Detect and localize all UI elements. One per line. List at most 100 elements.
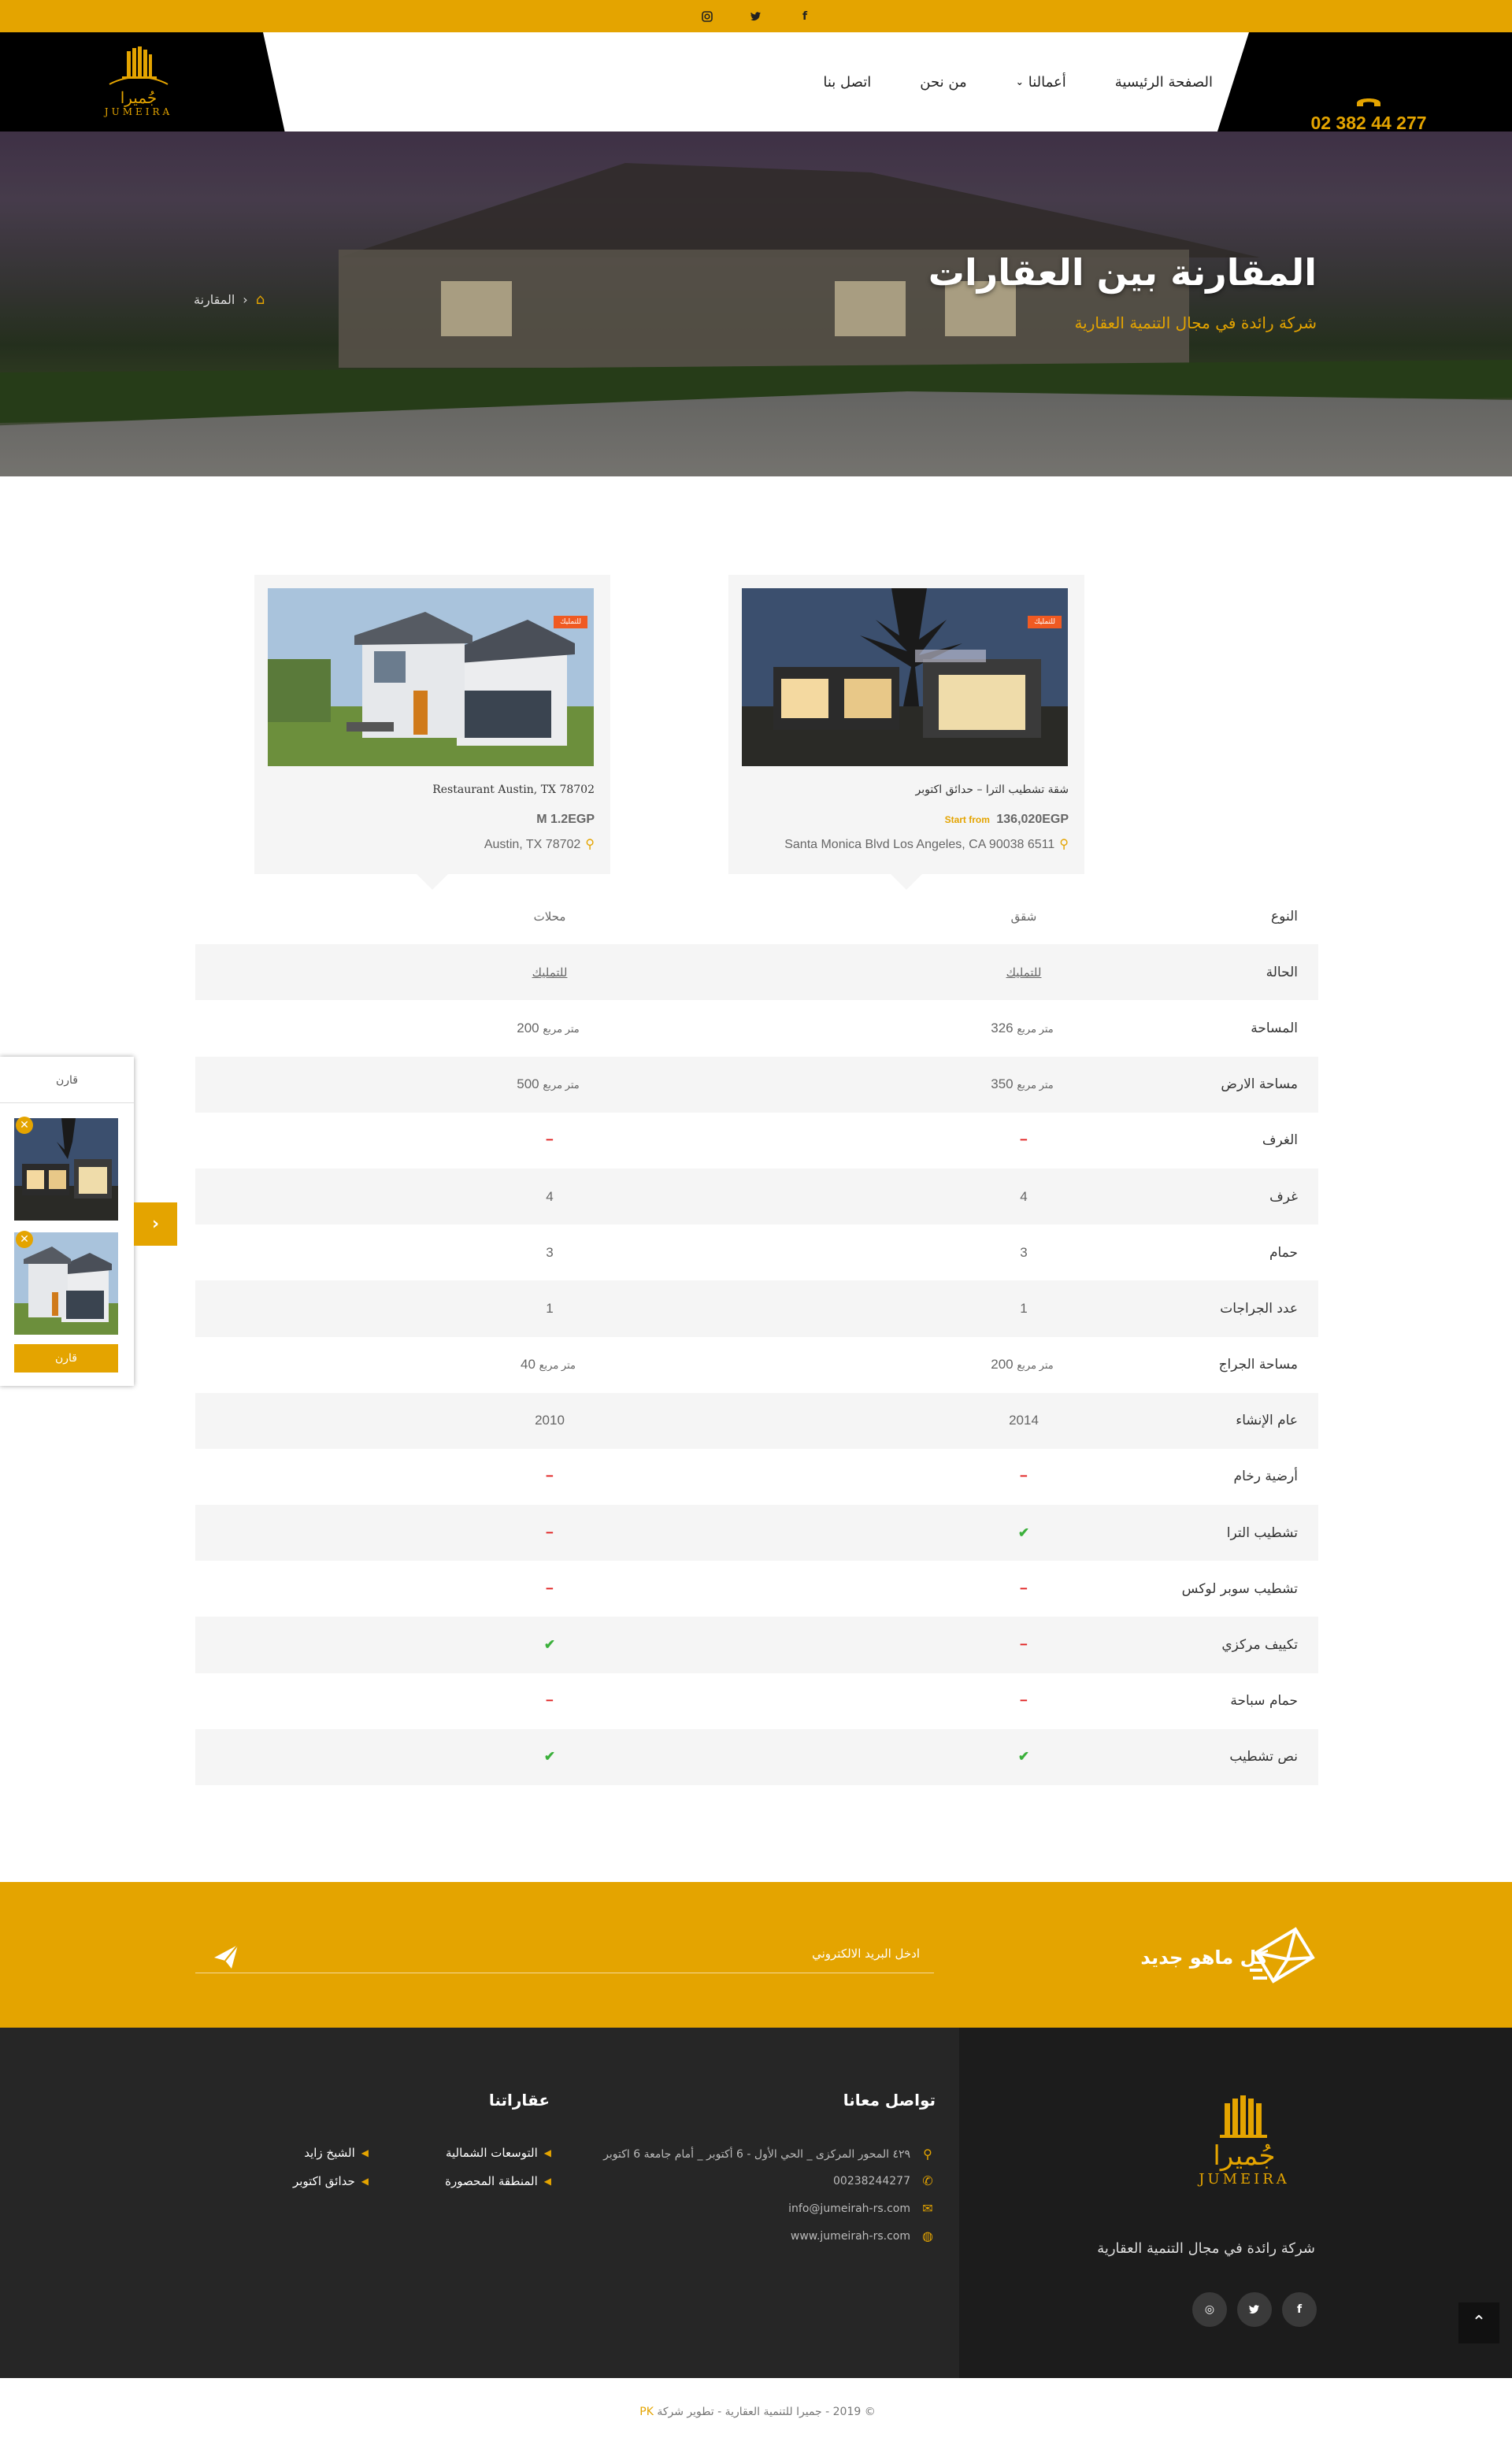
compare-value: للتمليك (532, 965, 568, 980)
properties-title: عقاراتنا (488, 2091, 550, 2110)
compare-value: 2014 (1009, 1413, 1039, 1428)
compare-row: عدد الجراجات 1 1 (195, 1280, 1318, 1337)
breadcrumb-current: المقارنة (194, 292, 235, 307)
nav-about[interactable]: من نحن (920, 74, 966, 91)
property-link[interactable]: ◀ حدائق اكتوبر (293, 2174, 369, 2188)
compare-value: 200 (991, 1357, 1014, 1373)
compare-cell: 1 (432, 1301, 668, 1317)
nav-home[interactable]: الصفحة الرئيسية (1115, 74, 1213, 91)
footer-tagline: شركة رائدة في مجال التنمية العقارية (1097, 2240, 1315, 2257)
nav-contact[interactable]: اتصل بنا (823, 74, 871, 91)
compare-cell: − (432, 1525, 668, 1541)
property-address: Austin, TX 78702 ⚲ (484, 836, 595, 852)
toggle-compare-panel-button[interactable]: › (134, 1202, 177, 1246)
compare-row: المساحة 326 متر مربع 200 متر مربع (195, 1000, 1318, 1056)
social-topbar: f (0, 0, 1512, 32)
compare-value: ✔ (543, 1637, 556, 1653)
facebook-icon[interactable]: f (1282, 2292, 1317, 2327)
compare-cell: − (432, 1581, 668, 1597)
property-link[interactable]: ◀ الشيخ زايد (304, 2146, 369, 2160)
compare-cell: − (906, 1469, 1142, 1484)
facebook-icon[interactable]: f (795, 7, 814, 26)
instagram-icon[interactable]: ◎ (1192, 2292, 1227, 2327)
compare-value: − (546, 1132, 554, 1148)
scroll-to-top-button[interactable]: ⌃ (1458, 2302, 1499, 2343)
compare-row-label: تشطيب الترا (1226, 1524, 1298, 1541)
compare-value: − (546, 1469, 554, 1484)
compare-row-label: مساحة الجراج (1218, 1357, 1298, 1373)
footer-website[interactable]: ◍ www.jumeirah-rs.com (791, 2228, 936, 2243)
page-subtitle: شركة رائدة في مجال التنمية العقارية (1074, 313, 1317, 332)
footer-email[interactable]: ✉ info@jumeirah-rs.com (788, 2201, 936, 2216)
compare-value: − (1020, 1693, 1028, 1709)
site-logo[interactable]: جُميرا JUMEIRA (88, 32, 189, 132)
property-image[interactable]: للتمليك (268, 588, 594, 766)
footer-phone[interactable]: ✆ 00238244277 (833, 2173, 936, 2188)
email-icon: ✉ (922, 2201, 933, 2216)
building-logo-icon (109, 46, 169, 85)
address-text: Santa Monica Blvd Los Angeles, CA 90038 … (784, 838, 1055, 851)
compare-row-label: حمام (1269, 1244, 1298, 1261)
unit-label: متر مربع (1017, 1079, 1054, 1091)
compare-cell: شقق (906, 909, 1142, 924)
compare-thumbnail[interactable] (14, 1232, 118, 1335)
property-title[interactable]: Restaurant Austin, TX 78702 (432, 784, 595, 796)
compare-row-label: الغرف (1262, 1132, 1298, 1149)
compare-row-label: حمام سباحة (1230, 1693, 1298, 1710)
property-title[interactable]: شقة تشطيب الترا – حدائق اكتوبر (915, 784, 1069, 796)
phone-number: 02 382 44 277 (1310, 112, 1427, 133)
compare-row: النوع شقق محلات (195, 888, 1318, 944)
compare-value: 1 (546, 1300, 554, 1316)
compare-row: أرضية رخام − − (195, 1449, 1318, 1505)
property-link-text: المنطقة المحصورة (445, 2174, 538, 2188)
compare-row: غرف 4 4 (195, 1168, 1318, 1225)
divider (0, 1102, 134, 1103)
compare-cell: 1 (906, 1301, 1142, 1317)
home-icon[interactable]: ⌂ (256, 291, 265, 308)
compare-value: 3 (1020, 1244, 1028, 1260)
property-link[interactable]: ◀ المنطقة المحصورة (445, 2174, 551, 2188)
compare-row-label: أرضية رخام (1233, 1469, 1298, 1485)
compare-row: حمام سباحة − − (195, 1673, 1318, 1729)
unit-label: متر مربع (539, 1359, 576, 1372)
map-pin-icon: ⚲ (923, 2147, 932, 2162)
compare-value: ✔ (1017, 1749, 1030, 1765)
compare-button[interactable]: قارن (14, 1344, 118, 1373)
logo-arabic: جُميرا (120, 88, 158, 107)
status-badge: للتمليك (554, 616, 587, 628)
compare-value: 500 (517, 1076, 539, 1092)
property-image[interactable]: للتمليك (742, 588, 1068, 766)
property-card[interactable]: للتمليك Restaurant Austin, TX 78702 M 1.… (254, 575, 610, 890)
newsletter-email-input[interactable]: ادخل البريد الالكتروني (195, 1937, 934, 1973)
compare-value: 326 (991, 1020, 1014, 1035)
nav-projects[interactable]: أعمالنا ⌄ (1016, 74, 1066, 91)
developer-link[interactable]: PK (639, 2406, 654, 2418)
compare-cell: ✔ (432, 1749, 668, 1765)
compare-cell: 4 (432, 1189, 668, 1205)
compare-cell: ✔ (432, 1637, 668, 1653)
breadcrumb-separator: ‹ (243, 292, 248, 307)
compare-value: 1 (1020, 1300, 1028, 1316)
compare-row-label: تكييف مركزي (1221, 1637, 1298, 1654)
compare-cell: 326 متر مربع (906, 1021, 1142, 1036)
compare-row: الغرف − − (195, 1113, 1318, 1169)
unit-label: متر مربع (543, 1079, 580, 1091)
compare-cell: 3 (906, 1245, 1142, 1261)
property-link[interactable]: ◀ التوسعات الشمالية (446, 2146, 551, 2160)
compare-cell: 500 متر مربع (432, 1076, 668, 1092)
remove-icon[interactable]: ✕ (16, 1117, 33, 1134)
instagram-icon[interactable] (698, 7, 717, 26)
twitter-icon[interactable] (747, 7, 765, 26)
compare-row-label: النوع (1271, 908, 1298, 924)
compare-row: مساحة الجراج 200 متر مربع 40 متر مربع (195, 1337, 1318, 1393)
send-icon[interactable] (213, 1943, 239, 1970)
compare-thumbnail[interactable] (14, 1118, 118, 1221)
compare-value: ✔ (543, 1749, 556, 1765)
property-link-text: التوسعات الشمالية (445, 2146, 538, 2160)
compare-cell: 4 (906, 1189, 1142, 1205)
property-card[interactable]: للتمليك شقة تشطيب الترا – حدائق اكتوبر S… (728, 575, 1084, 890)
remove-icon[interactable]: ✕ (16, 1231, 33, 1248)
twitter-icon[interactable] (1237, 2292, 1272, 2327)
compare-row-label: تشطيب سوبر لوكس (1181, 1580, 1298, 1597)
compare-cell: − (906, 1132, 1142, 1148)
